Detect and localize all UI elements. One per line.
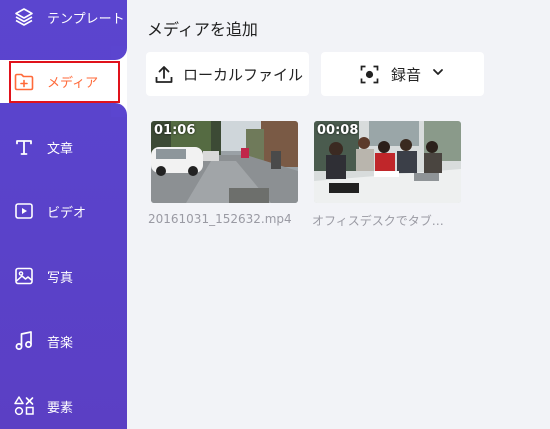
- tab-curve: [111, 46, 127, 60]
- elements-icon: [13, 395, 35, 417]
- media-thumbnail[interactable]: 00:08: [314, 121, 461, 203]
- sidebar-item-video[interactable]: ビデオ: [0, 191, 127, 231]
- text-icon: [13, 136, 35, 158]
- record-label: 録音: [391, 66, 422, 84]
- sidebar-item-media[interactable]: メディア: [0, 60, 127, 103]
- sidebar-item-templates[interactable]: テンプレート: [0, 0, 127, 37]
- panel-title: メディアを追加: [147, 20, 258, 39]
- duration-label: 01:06: [154, 123, 196, 138]
- media-filename: 20161031_152632.mp4: [148, 212, 292, 226]
- music-icon: [13, 330, 35, 352]
- media-filename: オフィスデスクでタブ…: [312, 214, 444, 228]
- record-icon: [360, 65, 379, 88]
- sidebar-item-label: テンプレート: [47, 11, 125, 27]
- record-button[interactable]: 録音: [321, 52, 484, 96]
- sidebar-item-text[interactable]: 文章: [0, 127, 127, 167]
- local-file-button[interactable]: ローカルファイル: [146, 52, 309, 96]
- media-thumbnail[interactable]: 01:06: [151, 121, 298, 203]
- upload-icon: [154, 64, 174, 88]
- layers-icon: [13, 6, 35, 28]
- sidebar-item-music[interactable]: 音楽: [0, 321, 127, 361]
- image-icon: [13, 265, 35, 287]
- sidebar-item-label: メディア: [47, 76, 99, 91]
- duration-label: 00:08: [317, 123, 359, 138]
- tab-curve: [111, 103, 127, 117]
- sidebar-item-photo[interactable]: 写真: [0, 256, 127, 296]
- chevron-down-icon: [431, 65, 445, 83]
- sidebar: テンプレート メディア 文章 ビデオ 写真 音楽 要素: [0, 0, 127, 429]
- video-icon: [13, 200, 35, 222]
- sidebar-item-label: 文章: [47, 141, 74, 157]
- sidebar-item-label: 音楽: [47, 335, 74, 351]
- sidebar-item-label: ビデオ: [47, 205, 87, 221]
- sidebar-item-label: 写真: [47, 270, 74, 286]
- sidebar-item-elements[interactable]: 要素: [0, 386, 127, 426]
- sidebar-item-label: 要素: [47, 400, 74, 416]
- local-file-label: ローカルファイル: [183, 66, 304, 84]
- folder-plus-icon: [13, 71, 35, 93]
